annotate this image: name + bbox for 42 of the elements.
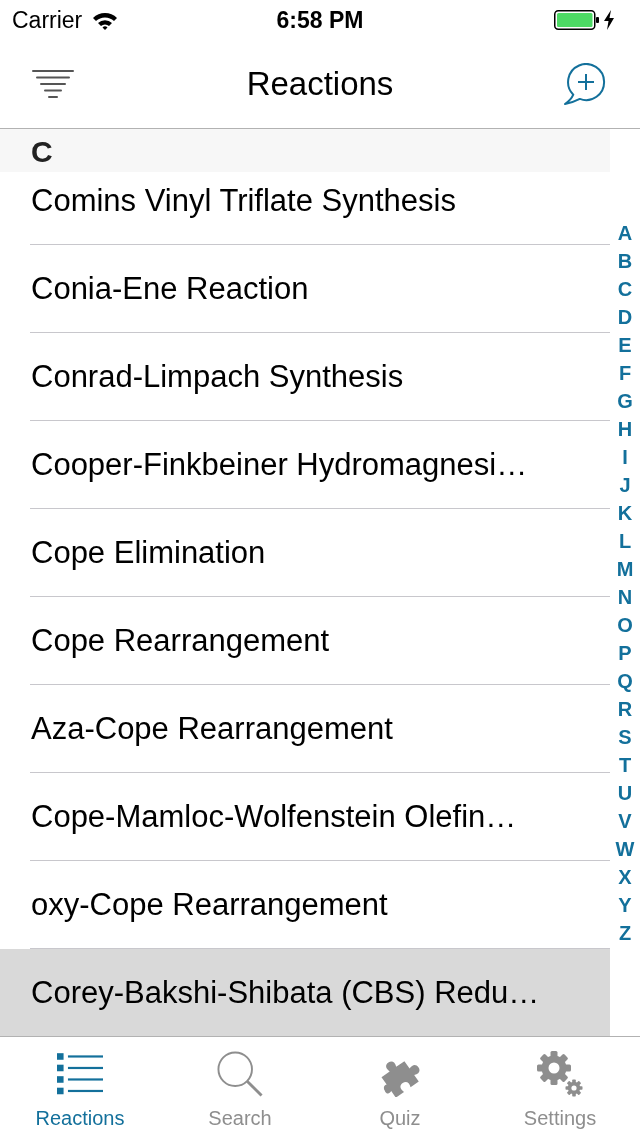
search-icon — [217, 1051, 263, 1097]
index-letter[interactable]: T — [618, 750, 632, 779]
nav-title: Reactions — [246, 65, 394, 103]
carrier-name: Carrier — [12, 6, 83, 34]
index-letter[interactable]: N — [617, 582, 633, 611]
index-letter[interactable]: U — [617, 778, 633, 807]
index-letter[interactable]: A — [617, 218, 633, 247]
index-letter[interactable]: G — [617, 386, 633, 415]
index-letter[interactable]: H — [617, 414, 633, 443]
index-letter[interactable]: I — [622, 442, 628, 471]
section-header: C — [0, 129, 610, 172]
index-letter[interactable]: F — [618, 358, 632, 387]
tab-bar-item[interactable]: Reactions — [0, 1037, 160, 1136]
index-letter[interactable]: L — [618, 526, 632, 555]
index-letter[interactable]: X — [618, 862, 632, 891]
tab-bar-item[interactable]: Quiz — [320, 1037, 480, 1136]
index-letter[interactable]: Z — [618, 918, 632, 947]
index-letter[interactable]: E — [618, 330, 632, 359]
tab-bar-item[interactable]: Settings — [480, 1037, 640, 1136]
index-letter[interactable]: W — [615, 834, 635, 863]
index-letter[interactable]: P — [618, 638, 632, 667]
battery-icon — [554, 10, 600, 30]
index-letter[interactable]: B — [617, 246, 633, 275]
tab-bar-item[interactable]: Search — [160, 1037, 320, 1136]
index-letter[interactable]: Y — [618, 890, 632, 919]
gears-icon — [537, 1051, 583, 1097]
index-letter[interactable]: O — [617, 610, 633, 639]
index-letter[interactable]: M — [616, 554, 634, 583]
index-letter[interactable]: V — [618, 806, 632, 835]
index-letter[interactable]: J — [619, 470, 631, 499]
filter-icon — [32, 70, 74, 98]
index-letter[interactable]: D — [617, 302, 633, 331]
wifi-icon — [92, 10, 119, 30]
index-letter[interactable]: S — [618, 722, 632, 751]
reaction-row[interactable]: Corey-Bakshi-Shibata (CBS) Redu… — [0, 949, 610, 1036]
index-letter[interactable]: K — [617, 498, 633, 527]
index-letter[interactable]: Q — [617, 666, 633, 695]
index-letter[interactable]: R — [617, 694, 633, 723]
index-letter[interactable]: C — [617, 274, 633, 303]
status-time: 6:58 PM — [276, 6, 364, 34]
speech-bubble-plus-icon — [562, 63, 606, 105]
list-icon — [57, 1051, 103, 1097]
